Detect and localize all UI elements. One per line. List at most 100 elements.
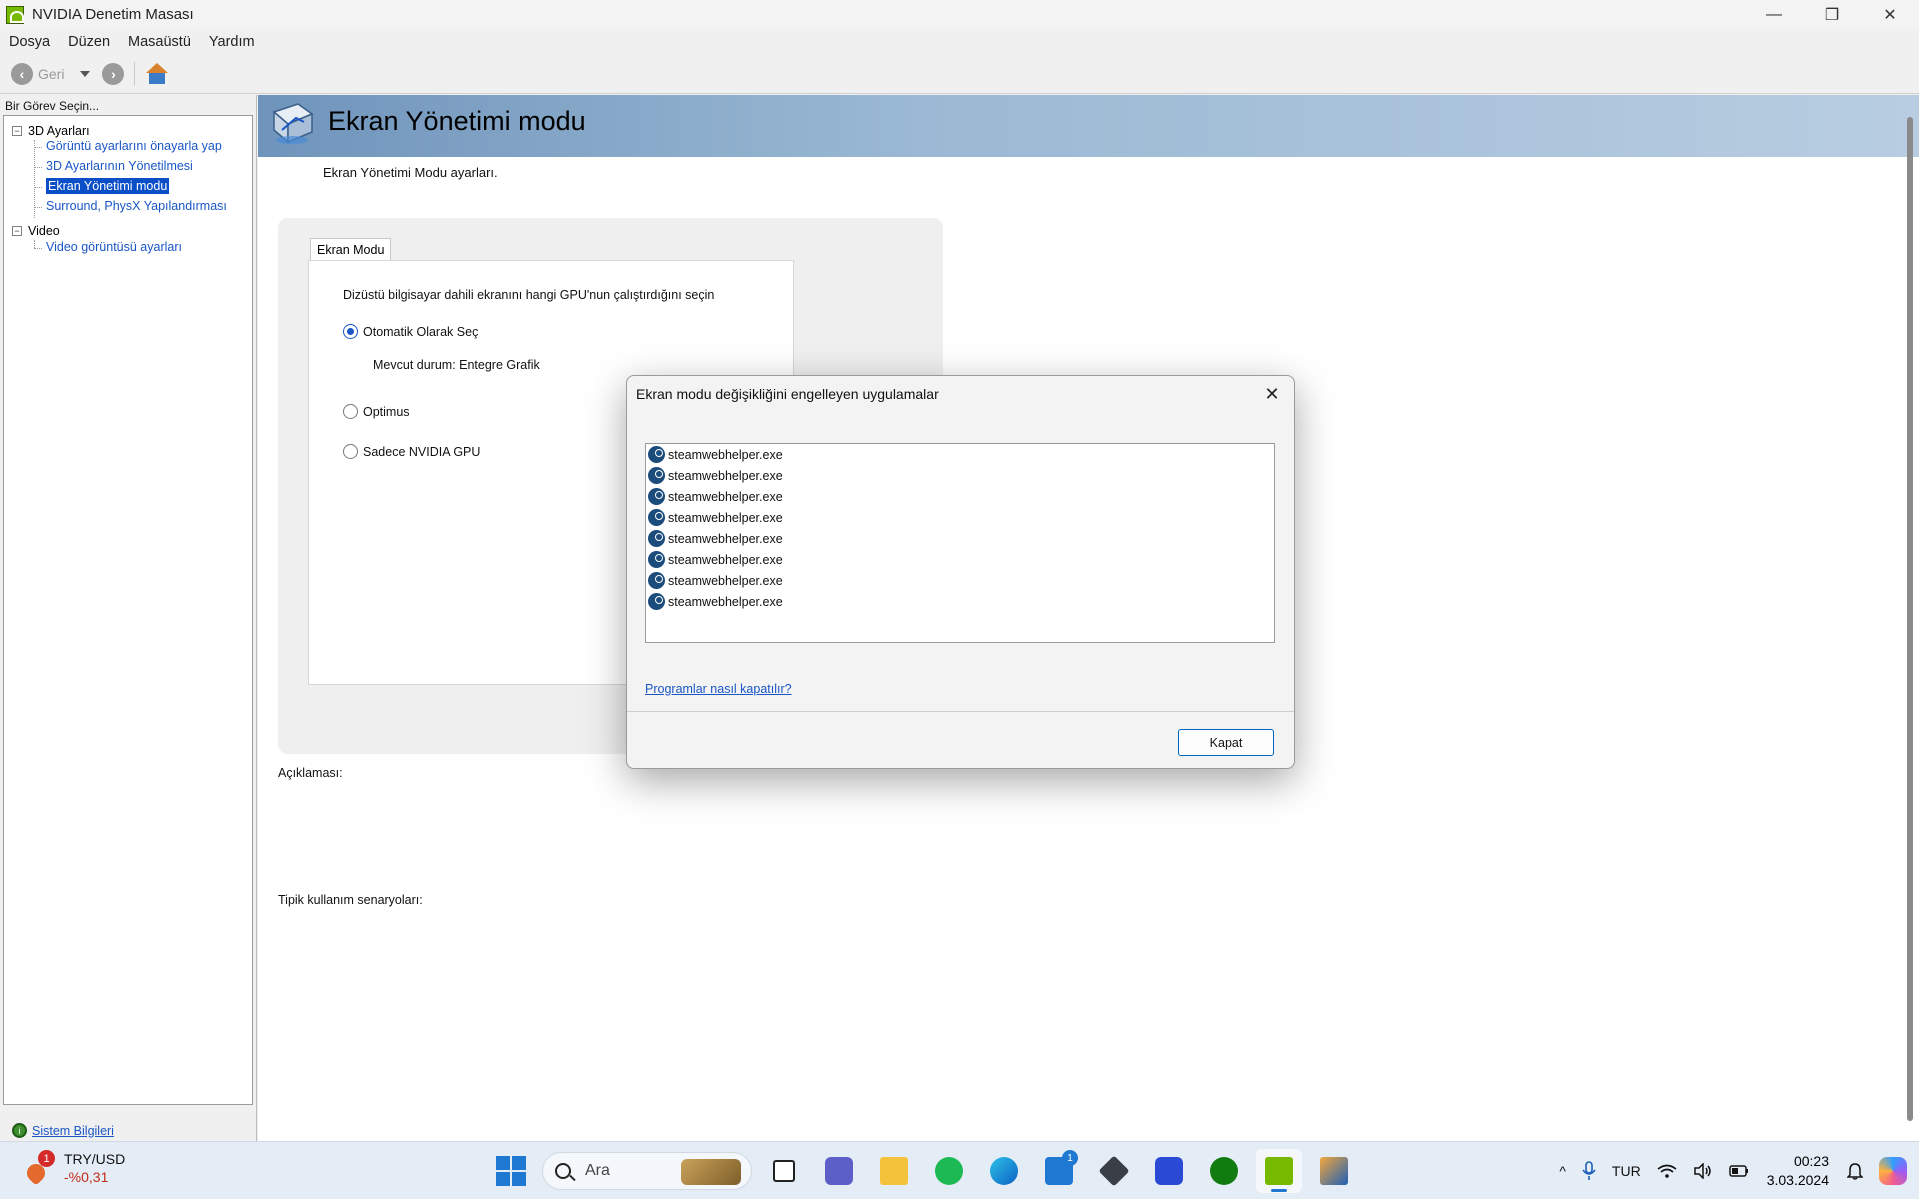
help-close-programs-link[interactable]: Programlar nasıl kapatılır? [645,682,792,696]
gpu-prompt: Dizüstü bilgisayar dahili ekranını hangi… [343,288,715,302]
store-badge: 1 [1062,1150,1078,1166]
list-item[interactable]: steamwebhelper.exe [646,465,1274,486]
tree-item-manage-3d[interactable]: 3D Ayarlarının Yönetilmesi [46,159,193,173]
list-item[interactable]: steamwebhelper.exe [646,444,1274,465]
tree-group-video[interactable]: Video [28,224,60,238]
file-explorer-icon[interactable] [871,1149,917,1193]
tab-display-mode[interactable]: Ekran Modu [310,238,392,261]
tree-item-video-settings[interactable]: Video görüntüsü ayarları [46,240,182,254]
radio-optimus[interactable] [343,404,358,419]
clock-date: 3.03.2024 [1766,1172,1829,1188]
toolbar: ‹ Geri › [0,54,1919,94]
currency-widget-icon: 1 [22,1150,55,1186]
minimize-button[interactable]: — [1745,0,1803,29]
list-item[interactable]: steamwebhelper.exe [646,486,1274,507]
taskbar-apps: Ara 1 [496,1149,1357,1193]
toolbar-separator [134,61,136,86]
teams-icon[interactable] [816,1149,862,1193]
page-banner: Ekran Yönetimi modu [258,95,1919,157]
page-description: Ekran Yönetimi Modu ayarları. [323,165,498,180]
menu-bar: Dosya Düzen Masaüstü Yardım [0,29,1919,54]
menu-edit[interactable]: Düzen [59,34,119,50]
radio-auto[interactable] [343,324,358,339]
microphone-icon[interactable] [1582,1161,1596,1181]
widget-badge: 1 [38,1150,55,1167]
steam-icon [648,551,665,568]
collapse-video-icon[interactable]: − [12,226,22,236]
tree-group-3d[interactable]: 3D Ayarları [28,124,90,138]
close-window-button[interactable]: ✕ [1861,0,1919,29]
dialog-footer: Kapat [627,711,1294,768]
menu-file[interactable]: Dosya [0,34,59,50]
game-launcher-icon[interactable] [1311,1149,1357,1193]
volume-icon[interactable] [1693,1163,1713,1179]
clock[interactable]: 00:23 3.03.2024 [1767,1152,1829,1190]
page-title: Ekran Yönetimi modu [328,106,586,136]
spotify-icon[interactable] [926,1149,972,1193]
system-info-link[interactable]: Sistem Bilgileri [32,1124,114,1138]
steam-icon [648,467,665,484]
list-item[interactable]: steamwebhelper.exe [646,507,1274,528]
currency-widget[interactable]: 1 TRY/USD -%0,31 [22,1150,125,1186]
dialog-title: Ekran modu değişikliğini engelleyen uygu… [636,386,939,402]
title-bar: NVIDIA Denetim Masası — ❐ ✕ [0,0,1919,29]
list-item[interactable]: steamwebhelper.exe [646,528,1274,549]
list-item[interactable]: steamwebhelper.exe [646,549,1274,570]
option-auto[interactable]: Otomatik Olarak Seç [343,324,478,339]
vertical-scrollbar[interactable] [1907,117,1913,1121]
back-button[interactable]: ‹ Geri [11,62,64,85]
system-info[interactable]: i Sistem Bilgileri [12,1123,114,1138]
list-item[interactable]: steamwebhelper.exe [646,570,1274,591]
ms-store-icon[interactable]: 1 [1036,1149,1082,1193]
taskbar-search[interactable]: Ara [542,1152,752,1190]
radio-nvidia-only[interactable] [343,444,358,459]
window-controls: — ❐ ✕ [1745,0,1919,29]
back-arrow-icon: ‹ [11,62,33,85]
home-icon[interactable] [145,62,169,86]
collapse-3d-icon[interactable]: − [12,126,22,136]
widget-title: TRY/USD [64,1151,126,1167]
cube-app-icon[interactable] [1091,1149,1137,1193]
tree-item-surround-physx[interactable]: Surround, PhysX Yapılandırması [46,199,227,213]
task-view-icon[interactable] [761,1149,807,1193]
search-highlight-image [681,1159,741,1185]
tree-item-display-mode[interactable]: Ekran Yönetimi modu [46,178,170,194]
copilot-icon[interactable] [1879,1157,1907,1185]
window-title: NVIDIA Denetim Masası [32,6,194,23]
steam-icon [648,488,665,505]
list-item[interactable]: steamwebhelper.exe [646,591,1274,612]
option-auto-label: Otomatik Olarak Seç [363,324,479,339]
nvidia-taskbar-icon[interactable] [1256,1149,1302,1193]
nvidia-app-icon [6,5,24,24]
forward-arrow-icon[interactable]: › [102,62,125,85]
current-status: Mevcut durum: Entegre Grafik [373,358,540,372]
wifi-icon[interactable] [1657,1163,1677,1179]
steam-icon [648,446,665,463]
menu-desktop[interactable]: Masaüstü [119,34,200,50]
history-dropdown-icon[interactable] [80,70,91,77]
tray-chevron-icon[interactable]: ^ [1559,1163,1566,1179]
option-optimus[interactable]: Optimus [343,404,410,419]
menu-help[interactable]: Yardım [200,34,264,50]
search-placeholder: Ara [585,1162,610,1179]
taskbar: 1 TRY/USD -%0,31 Ara 1 ^ TUR 00:23 3.03.… [0,1141,1919,1199]
option-nvidia-only[interactable]: Sadece NVIDIA GPU [343,444,480,459]
metatrader-icon[interactable] [1146,1149,1192,1193]
language-indicator[interactable]: TUR [1612,1163,1641,1179]
steam-icon [648,593,665,610]
clock-time: 00:23 [1793,1153,1829,1169]
widget-value: -%0,31 [64,1169,109,1185]
dialog-close-button[interactable]: Kapat [1178,729,1274,756]
blocking-apps-dialog: Ekran modu değişikliğini engelleyen uygu… [626,375,1295,769]
tree-item-image-presets[interactable]: Görüntü ayarlarını önayarla yap [46,139,222,153]
battery-icon[interactable] [1728,1164,1749,1178]
start-icon[interactable] [496,1156,526,1186]
edge-icon[interactable] [981,1149,1027,1193]
restore-button[interactable]: ❐ [1803,0,1861,29]
xbox-icon[interactable] [1201,1149,1247,1193]
dialog-close-icon[interactable]: ✕ [1262,384,1282,404]
blocking-apps-list[interactable]: steamwebhelper.exe steamwebhelper.exe st… [645,443,1275,643]
steam-icon [648,509,665,526]
option-optimus-label: Optimus [363,404,410,419]
notification-bell-icon[interactable] [1847,1162,1863,1180]
